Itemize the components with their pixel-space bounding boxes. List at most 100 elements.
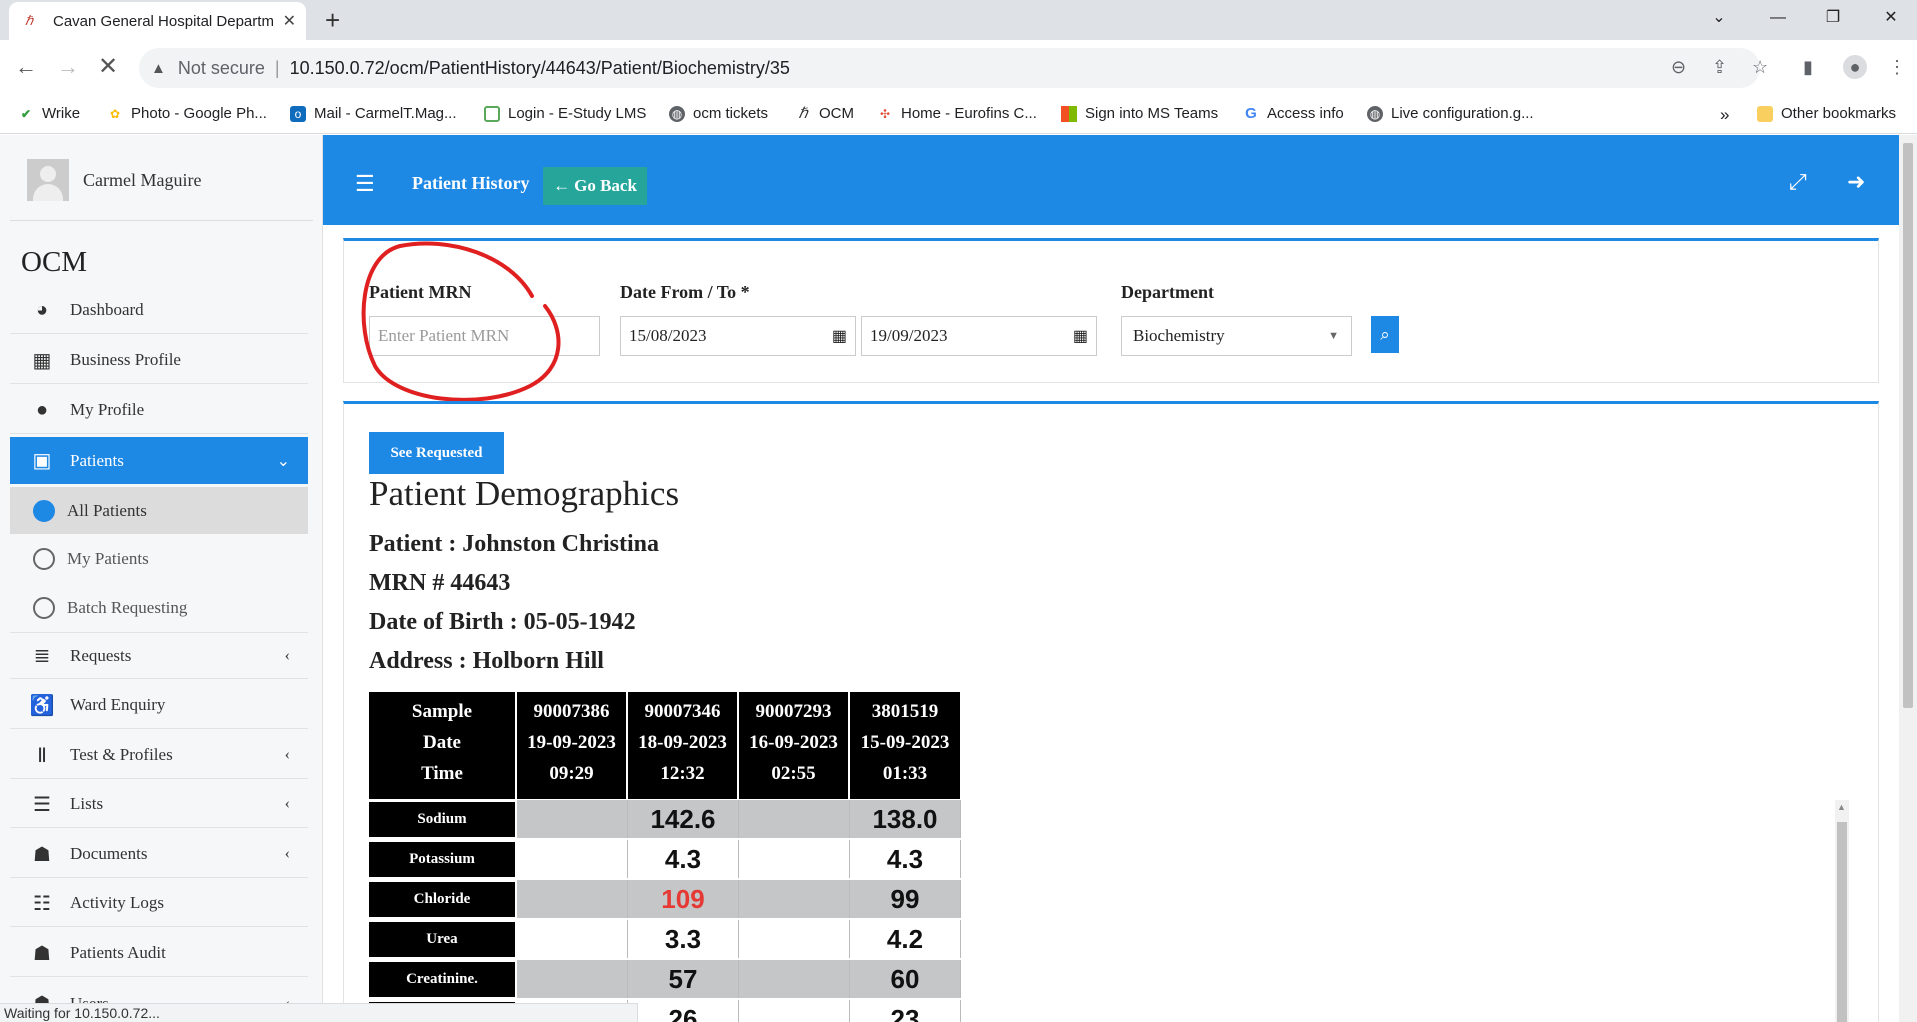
list-icon: ☰: [33, 793, 51, 816]
sidebar-item-dashboard[interactable]: ◕ Dashboard: [10, 287, 308, 334]
sidebar-item-patients[interactable]: ▣ Patients ⌄: [10, 437, 308, 484]
sidebar-item-patients-audit[interactable]: ☗ Patients Audit: [10, 930, 308, 977]
patient-address: Address : Holborn Hill: [369, 648, 604, 674]
date-from-value: 15/08/2023: [629, 326, 707, 345]
result-cell: [517, 960, 628, 998]
result-cell: 4.2: [850, 920, 961, 958]
bookmark-wrike[interactable]: ✔ Wrike: [18, 105, 80, 122]
back-icon[interactable]: ←: [15, 53, 37, 81]
bookmark-label: Login - E-Study LMS: [508, 105, 647, 122]
close-window-icon[interactable]: ✕: [1863, 0, 1917, 36]
result-cell: [517, 840, 628, 878]
sidebar-item-all-patients[interactable]: All Patients: [10, 487, 308, 534]
user-panel[interactable]: Carmel Maguire: [27, 159, 201, 201]
bookmark-ocm[interactable]: ℏ OCM: [795, 105, 854, 122]
other-bookmarks[interactable]: Other bookmarks: [1757, 105, 1896, 122]
result-cell: [739, 920, 850, 958]
result-cell: [517, 800, 628, 838]
bookmark-eurofins[interactable]: ✣ Home - Eurofins C...: [877, 105, 1037, 122]
sidebar-item-business-profile[interactable]: ▦ Business Profile: [10, 337, 308, 384]
sidebar-item-label: My Profile: [70, 400, 145, 419]
wheelchair-icon: ♿: [29, 694, 55, 717]
warning-icon: ▲: [151, 59, 166, 77]
see-requested-button[interactable]: See Requested: [369, 432, 504, 474]
arrow-left-icon: ←: [553, 176, 571, 195]
menu-toggle-icon[interactable]: ☰: [355, 171, 375, 197]
sidebar-item-my-patients[interactable]: My Patients: [10, 535, 308, 582]
zoom-icon[interactable]: ⊖: [1671, 57, 1686, 78]
menu-kebab-icon[interactable]: ⋮: [1888, 57, 1906, 78]
table-scrollbar[interactable]: ▲: [1835, 800, 1849, 1022]
scrollbar-thumb[interactable]: [1903, 143, 1913, 708]
bookmark-google-photos[interactable]: ✿ Photo - Google Ph...: [107, 105, 267, 122]
bookmark-ocm-tickets[interactable]: ◍ ocm tickets: [669, 105, 768, 122]
sidebar-item-label: Patients Audit: [70, 943, 166, 962]
share-icon[interactable]: ⇪: [1712, 57, 1727, 78]
bookmark-estudy[interactable]: Login - E-Study LMS: [484, 105, 646, 122]
date-from-input[interactable]: 15/08/2023 ▦: [620, 316, 856, 356]
globe-icon: ◍: [1367, 105, 1383, 122]
result-cell: 142.6: [628, 800, 739, 838]
page-title: Patient History: [412, 173, 530, 193]
calendar-icon[interactable]: ▦: [832, 326, 847, 346]
bookmark-label: Mail - CarmelT.Mag...: [314, 105, 457, 122]
sample-column-header[interactable]: 90007386 19-09-2023 09:29: [517, 692, 626, 799]
search-button[interactable]: ⌕: [1371, 316, 1399, 353]
tab-search-icon[interactable]: ⌄: [1691, 0, 1747, 36]
more-bookmarks-icon[interactable]: »: [1720, 105, 1729, 125]
microsoft-icon: [1061, 105, 1077, 122]
bookmark-access-info[interactable]: G Access info: [1243, 105, 1344, 122]
bookmark-label: Sign into MS Teams: [1085, 105, 1219, 122]
dashboard-icon: ◕: [35, 298, 49, 321]
sidebar-item-lists[interactable]: ☰ Lists ‹: [10, 781, 308, 828]
sidebar-item-batch-requesting[interactable]: Batch Requesting: [10, 584, 308, 631]
new-tab-icon[interactable]: +: [325, 6, 340, 34]
result-cell: [739, 960, 850, 998]
minimize-icon[interactable]: —: [1750, 0, 1806, 36]
result-cell: 3.3: [628, 920, 739, 958]
sample-column-header[interactable]: 90007346 18-09-2023 12:32: [628, 692, 737, 799]
go-back-button[interactable]: ← Go Back: [543, 167, 647, 205]
star-icon[interactable]: ☆: [1752, 57, 1768, 78]
date-to-input[interactable]: 19/09/2023 ▦: [861, 316, 1097, 356]
department-select[interactable]: Biochemistry ▼: [1121, 316, 1352, 356]
scroll-up-icon[interactable]: ▲: [1837, 802, 1846, 812]
annotation-circle: [361, 241, 561, 402]
header-date: Date: [423, 732, 461, 753]
radio-icon: [33, 596, 55, 619]
bookmark-ms-teams[interactable]: Sign into MS Teams: [1061, 105, 1218, 122]
restore-icon[interactable]: ❐: [1805, 0, 1861, 36]
sample-column-header[interactable]: 3801519 15-09-2023 01:33: [850, 692, 960, 799]
row-label: Urea: [369, 922, 515, 957]
sidebar-item-requests[interactable]: ≣ Requests ‹: [10, 632, 308, 679]
sidebar-item-activity-logs[interactable]: ☷ Activity Logs: [10, 880, 308, 927]
tab-title: Cavan General Hospital Departm: [53, 12, 273, 30]
bookmark-label: Access info: [1267, 105, 1344, 122]
go-back-label: Go Back: [574, 176, 637, 195]
calendar-icon[interactable]: ▦: [1073, 326, 1088, 346]
stop-loading-icon[interactable]: ✕: [98, 53, 118, 81]
profile-avatar[interactable]: ●: [1843, 55, 1867, 79]
bookmark-mail[interactable]: o Mail - CarmelT.Mag...: [290, 105, 457, 122]
page-scrollbar[interactable]: [1899, 135, 1917, 1022]
sample-column-header[interactable]: 90007293 16-09-2023 02:55: [739, 692, 848, 799]
database-icon: ≣: [33, 645, 51, 667]
scrollbar-thumb[interactable]: [1837, 822, 1847, 1022]
bookmark-live-config[interactable]: ◍ Live configuration.g...: [1367, 105, 1534, 122]
address-bar[interactable]: ▲ Not secure | 10.150.0.72/ocm/PatientHi…: [139, 48, 1760, 88]
url-text[interactable]: 10.150.0.72/ocm/PatientHistory/44643/Pat…: [290, 58, 790, 79]
logout-icon[interactable]: ➜: [1847, 169, 1865, 195]
browser-tab[interactable]: ℏ Cavan General Hospital Departm ✕: [9, 2, 306, 40]
sidebar-item-ward-enquiry[interactable]: ♿ Ward Enquiry: [10, 682, 308, 729]
row-label: Chloride: [369, 882, 515, 917]
tab-close-icon[interactable]: ✕: [283, 11, 296, 31]
sidebar-item-test-profiles[interactable]: Ⅱ Test & Profiles ‹: [10, 732, 308, 779]
fullscreen-icon[interactable]: ⤢: [1789, 169, 1807, 195]
result-cell: [739, 1000, 850, 1022]
header-sample: Sample: [411, 701, 473, 722]
sidebar-item-documents[interactable]: ☗ Documents ‹: [10, 831, 308, 878]
sidebar-item-my-profile[interactable]: ● My Profile: [10, 387, 308, 434]
side-panel-icon[interactable]: ▮: [1803, 57, 1813, 78]
result-cell: [517, 880, 628, 918]
forward-icon[interactable]: →: [57, 53, 79, 81]
